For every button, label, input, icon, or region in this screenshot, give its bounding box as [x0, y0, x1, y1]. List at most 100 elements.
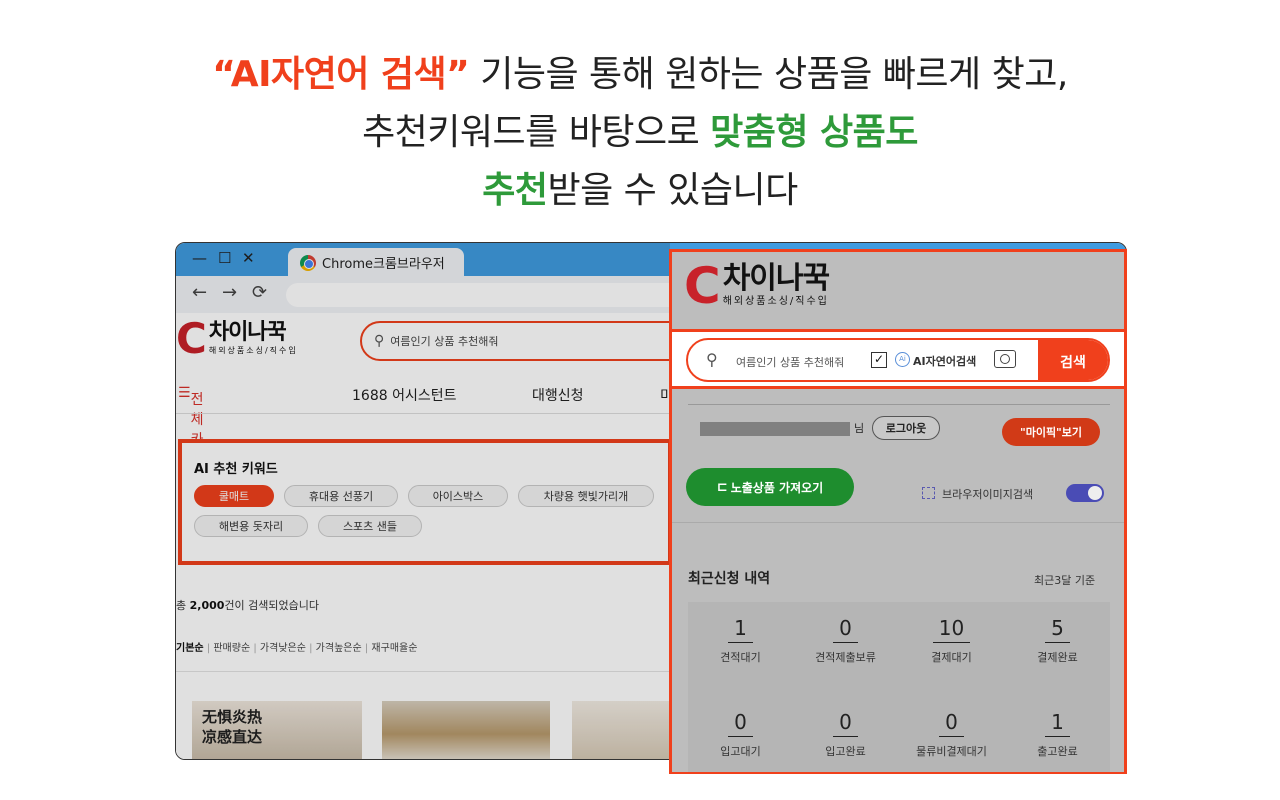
- sort-option[interactable]: 판매량순: [213, 643, 250, 654]
- menu-item-request[interactable]: 대행신청: [532, 385, 584, 405]
- browser-image-search-label: 브라우저이미지검색: [942, 488, 1034, 501]
- user-suffix: 님: [854, 422, 865, 435]
- stat-value: 0: [939, 708, 964, 737]
- stat-item[interactable]: 0 물류비결제대기: [899, 708, 1004, 759]
- result-number: 2,000: [189, 599, 225, 612]
- stat-label: 결제대기: [931, 651, 972, 664]
- keyword-chip[interactable]: 휴대용 선풍기: [284, 485, 398, 507]
- rec-title: AI 추천 키워드: [194, 462, 278, 477]
- history-stats: 1 견적대기 0 견적제출보류 10 결제대기 5 결제완료 0 입고대기 0 …: [688, 602, 1110, 772]
- panel-search-placeholder: 여름인기 상품 추천해줘: [736, 356, 845, 369]
- keyword-chip[interactable]: 해변용 돗자리: [194, 515, 308, 537]
- stat-item[interactable]: 0 입고대기: [688, 708, 793, 759]
- keyword-chip[interactable]: 아이스박스: [408, 485, 508, 507]
- sort-option[interactable]: 가격높은순: [316, 643, 362, 654]
- stat-value: 10: [932, 614, 971, 643]
- menu-item-assistant[interactable]: 1688 어시스턴트: [352, 385, 456, 405]
- stat-label: 입고대기: [720, 745, 761, 758]
- product-thumbnail[interactable]: [382, 701, 550, 759]
- logo-sub-text: 해외상품소싱/직수입: [722, 296, 829, 307]
- headline-highlight-green: 추천: [482, 170, 548, 211]
- panel-header: C 차이나꾹 해외상품소싱/직수입: [672, 252, 1124, 329]
- headline-text: 기능을 통해 원하는 상품을 빠르게 찾고,: [469, 54, 1068, 95]
- stat-label: 입고완료: [825, 745, 866, 758]
- logo-main-text: 차이나꾹: [722, 261, 830, 296]
- headline: “AI자연어 검색” 기능을 통해 원하는 상품을 빠르게 찾고, 추천키워드를…: [0, 46, 1280, 220]
- result-prefix: 총: [176, 599, 190, 612]
- stat-item[interactable]: 0 견적제출보류: [793, 614, 898, 665]
- stat-item[interactable]: 0 입고완료: [793, 708, 898, 759]
- panel-search-bar[interactable]: ⚲ 여름인기 상품 추천해줘 ✓ Ai AI자연어검색 검색: [686, 338, 1110, 382]
- stat-value: 0: [833, 708, 858, 737]
- keyword-chip[interactable]: 차량용 햇빛가리개: [518, 485, 654, 507]
- chrome-icon: [300, 254, 316, 271]
- stat-value: 1: [728, 614, 753, 643]
- stat-item[interactable]: 10 결제대기: [899, 614, 1004, 665]
- ai-recommend-keywords: AI 추천 키워드 쿨매트 휴대용 선풍기 아이스박스 차량용 햇빛가리개 해변…: [178, 439, 672, 565]
- panel-search-section: ⚲ 여름인기 상품 추천해줘 ✓ Ai AI자연어검색 검색: [669, 329, 1127, 389]
- history-title: 최근신청 내역: [688, 571, 771, 587]
- close-icon[interactable]: ✕: [242, 249, 255, 267]
- stat-label: 출고완료: [1037, 745, 1078, 758]
- logo-sub-text: 해외상품소싱/직수입: [208, 346, 298, 355]
- divider: [688, 404, 1110, 405]
- ai-icon: Ai: [895, 352, 910, 367]
- search-icon: ⚲: [374, 333, 385, 349]
- stat-value: 1: [1045, 708, 1070, 737]
- headline-line-2: 추천키워드를 바탕으로 맞춤형 상품도: [0, 104, 1280, 162]
- history-note: 최근3달 기준: [1034, 574, 1096, 587]
- product-thumbnail[interactable]: 无惧炎热 凉感直达: [192, 701, 362, 759]
- stat-value: 0: [833, 614, 858, 643]
- site-search-input[interactable]: ⚲ 여름인기 상품 추천해줘: [360, 321, 690, 361]
- logo-main-text: 차이나꾹: [208, 320, 287, 345]
- stat-value: 0: [728, 708, 753, 737]
- camera-icon[interactable]: [994, 350, 1016, 368]
- product-thumbnail[interactable]: [572, 701, 676, 759]
- user-name-redacted: [700, 422, 850, 436]
- stat-label: 물류비결제대기: [916, 745, 987, 758]
- stat-label: 결제완료: [1037, 651, 1078, 664]
- expose-products-button[interactable]: ⊏ 노출상품 가져오기: [686, 468, 854, 506]
- headline-highlight-green: 맞춤형 상품도: [710, 112, 918, 153]
- logout-button[interactable]: 로그아웃: [872, 416, 940, 440]
- site-logo[interactable]: C 차이나꾹 해외상품소싱/직수입: [176, 314, 298, 363]
- logo-c-icon: C: [684, 257, 721, 315]
- import-icon: ⊏: [716, 479, 728, 495]
- mypick-button[interactable]: "마이픽"보기: [1002, 418, 1100, 446]
- stat-label: 견적대기: [720, 651, 761, 664]
- forward-arrow-icon[interactable]: →: [222, 282, 237, 303]
- stat-item[interactable]: 1 출고완료: [1005, 708, 1110, 759]
- sort-option[interactable]: 재구매율순: [371, 643, 417, 654]
- sort-option[interactable]: 기본순: [176, 643, 204, 654]
- panel-body: 님 로그아웃 "마이픽"보기 ⊏ 노출상품 가져오기 브라우저이미지검색 최근신…: [672, 392, 1124, 772]
- maximize-icon[interactable]: ☐: [218, 249, 231, 267]
- minimize-icon[interactable]: —: [192, 249, 207, 267]
- headline-text: 받을 수 있습니다: [547, 170, 799, 211]
- search-button[interactable]: 검색: [1038, 340, 1108, 380]
- logo-c-icon: C: [176, 314, 207, 363]
- divider: [672, 522, 1124, 523]
- stat-item[interactable]: 1 견적대기: [688, 614, 793, 665]
- sort-options: 기본순 | 판매량순 | 가격낮은순 | 가격높은순 | 재구매율순: [176, 639, 417, 654]
- product-promo-text: 无惧炎热 凉感直达: [202, 707, 262, 747]
- keyword-chip[interactable]: 스포츠 샌들: [318, 515, 422, 537]
- extension-panel: C 차이나꾹 해외상품소싱/직수입 ⚲ 여름인기 상품 추천해줘 ✓ Ai AI…: [669, 249, 1127, 774]
- search-placeholder: 여름인기 상품 추천해줘: [390, 335, 499, 348]
- image-scan-icon: [922, 487, 935, 499]
- ai-search-checkbox[interactable]: ✓: [871, 352, 887, 368]
- stat-value: 5: [1045, 614, 1070, 643]
- browser-image-search-toggle[interactable]: [1066, 484, 1104, 502]
- search-icon: ⚲: [706, 350, 718, 369]
- back-arrow-icon[interactable]: ←: [192, 282, 207, 303]
- menu-item-all-categories[interactable]: ☰ 전체카테고리: [178, 385, 203, 508]
- promo-line: 凉感直达: [202, 728, 263, 746]
- stat-label: 견적제출보류: [815, 651, 876, 664]
- panel-logo: C 차이나꾹 해외상품소싱/직수입: [684, 257, 830, 315]
- stat-item[interactable]: 5 결제완료: [1005, 614, 1110, 665]
- browser-tab[interactable]: Chrome크롬브라우저: [288, 248, 464, 277]
- keyword-chip[interactable]: 쿨매트: [194, 485, 274, 507]
- sort-option[interactable]: 가격낮은순: [260, 643, 306, 654]
- result-count: 총 2,000건이 검색되었습니다: [176, 597, 319, 613]
- expose-label: 노출상품 가져오기: [730, 480, 824, 495]
- reload-icon[interactable]: ⟳: [252, 282, 267, 303]
